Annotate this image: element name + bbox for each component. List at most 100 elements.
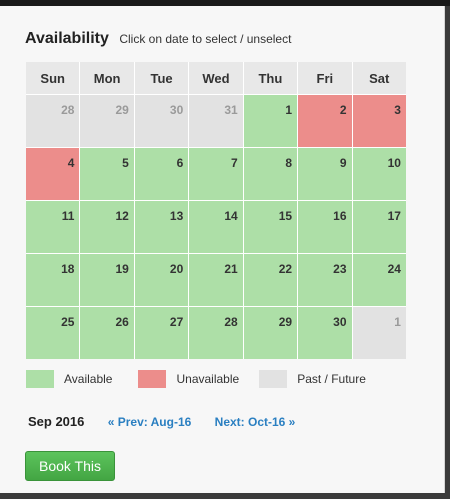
- prev-month-link[interactable]: « Prev: Aug-16: [108, 415, 192, 429]
- day-number: 17: [387, 209, 401, 223]
- day-number: 16: [333, 209, 347, 223]
- dow-fri: Fri: [298, 62, 353, 94]
- calendar-day-past: 28: [26, 95, 81, 147]
- calendar-day-past: 1: [352, 307, 406, 359]
- day-number: 31: [224, 103, 238, 117]
- book-this-button[interactable]: Book This: [25, 451, 115, 481]
- legend-past-label: Past / Future: [297, 372, 366, 386]
- day-number: 26: [115, 315, 129, 329]
- calendar-week: 4 5 6 7 8 9 10: [26, 147, 406, 200]
- day-number: 14: [224, 209, 238, 223]
- calendar-day-available[interactable]: 22: [243, 254, 299, 306]
- calendar-day-available[interactable]: 28: [189, 307, 244, 359]
- day-number: 9: [339, 156, 347, 170]
- calendar-day-unavailable[interactable]: 4: [26, 148, 81, 200]
- calendar-day-available[interactable]: 8: [243, 148, 299, 200]
- day-number: 30: [169, 103, 184, 117]
- calendar-week: 25 26 27 28 29 30 1: [26, 306, 406, 359]
- calendar-day-available[interactable]: 24: [352, 254, 406, 306]
- calendar-day-past: 30: [134, 95, 190, 147]
- day-number: 8: [285, 156, 293, 170]
- availability-panel: Availability Click on date to select / u…: [0, 6, 445, 493]
- legend-unavailable: Unavailable: [138, 370, 239, 388]
- day-number: 1: [285, 103, 293, 117]
- day-number: 18: [61, 262, 75, 276]
- dow-sat: Sat: [369, 70, 390, 86]
- calendar-weeks: 28 29 30 31 1 2 3 4 5 6 7 8 9 10 11 12 13 14 15 16 17 18 19 20 2…: [26, 94, 406, 359]
- day-number: 28: [61, 103, 75, 117]
- day-number: 20: [169, 262, 184, 276]
- day-number: 24: [387, 262, 401, 276]
- day-number: 22: [278, 262, 293, 276]
- calendar-day-unavailable[interactable]: 3: [352, 95, 406, 147]
- availability-header: Availability Click on date to select / u…: [25, 30, 291, 48]
- calendar-day-available[interactable]: 19: [80, 254, 135, 306]
- day-number: 29: [115, 103, 129, 117]
- next-month-link[interactable]: Next: Oct-16 »: [215, 415, 296, 429]
- dow-wed: Wed: [189, 62, 244, 94]
- calendar-day-available[interactable]: 6: [134, 148, 190, 200]
- calendar-day-available[interactable]: 14: [189, 201, 244, 253]
- day-number: 3: [394, 103, 401, 117]
- legend-unavailable-swatch: [138, 370, 167, 388]
- day-number: 27: [169, 315, 184, 329]
- legend-past-future: Past / Future: [259, 370, 366, 388]
- calendar-day-available[interactable]: 10: [352, 148, 406, 200]
- legend-unavailable-label: Unavailable: [176, 372, 240, 386]
- calendar-day-available[interactable]: 12: [80, 201, 135, 253]
- day-number: 30: [333, 315, 347, 329]
- day-number: 12: [115, 209, 129, 223]
- legend-past-swatch: [259, 370, 288, 388]
- day-number: 19: [115, 262, 129, 276]
- dow-mon: Mon: [80, 62, 135, 94]
- day-number: 25: [61, 315, 75, 329]
- dow-thu: Thu: [244, 62, 299, 94]
- current-month-label: Sep 2016: [28, 414, 85, 429]
- calendar-day-past: 31: [189, 95, 244, 147]
- calendar-week: 18 19 20 21 22 23 24: [26, 253, 406, 306]
- legend: Available Unavailable Past / Future: [26, 370, 366, 388]
- legend-available-label: Available: [64, 372, 113, 386]
- dow-tue: Tue: [135, 62, 190, 94]
- day-of-week-header: Sun Mon Tue Wed Thu Fri Sat: [26, 62, 406, 94]
- day-number: 29: [278, 315, 293, 329]
- day-number: 11: [61, 209, 75, 223]
- day-number: 7: [231, 156, 238, 170]
- day-number: 28: [224, 315, 238, 329]
- legend-available: Available: [26, 370, 112, 388]
- calendar-day-available[interactable]: 29: [243, 307, 299, 359]
- calendar-day-available[interactable]: 26: [80, 307, 135, 359]
- day-number: 10: [387, 156, 401, 170]
- legend-available-swatch: [26, 370, 54, 388]
- calendar-day-available[interactable]: 27: [134, 307, 190, 359]
- calendar-day-available[interactable]: 13: [134, 201, 190, 253]
- month-navigation: Sep 2016 « Prev: Aug-16 Next: Oct-16 »: [28, 414, 295, 429]
- calendar-day-available[interactable]: 25: [26, 307, 81, 359]
- calendar-day-past: 29: [80, 95, 135, 147]
- calendar-day-available[interactable]: 5: [80, 148, 135, 200]
- day-number: 2: [339, 103, 347, 117]
- calendar-day-unavailable[interactable]: 2: [298, 95, 353, 147]
- calendar-day-available[interactable]: 9: [298, 148, 353, 200]
- calendar-week: 11 12 13 14 15 16 17: [26, 200, 406, 253]
- calendar-day-available[interactable]: 17: [352, 201, 406, 253]
- calendar-week: 28 29 30 31 1 2 3: [26, 94, 406, 147]
- day-number: 6: [176, 156, 184, 170]
- calendar-day-available[interactable]: 20: [134, 254, 190, 306]
- availability-calendar: Sun Mon Tue Wed Thu Fri Sat 28 29 30 31 1 2 3 4…: [26, 62, 406, 359]
- day-number: 21: [224, 262, 238, 276]
- calendar-day-available[interactable]: 30: [298, 307, 353, 359]
- calendar-day-available[interactable]: 16: [298, 201, 353, 253]
- day-number: 15: [278, 209, 293, 223]
- calendar-day-available[interactable]: 18: [26, 254, 81, 306]
- day-number: 23: [333, 262, 347, 276]
- calendar-day-available[interactable]: 11: [26, 201, 81, 253]
- calendar-day-available[interactable]: 15: [243, 201, 299, 253]
- calendar-day-available[interactable]: 21: [189, 254, 244, 306]
- day-number: 5: [122, 156, 129, 170]
- calendar-day-available[interactable]: 23: [298, 254, 353, 306]
- calendar-day-available[interactable]: 7: [189, 148, 244, 200]
- day-number: 4: [67, 156, 75, 170]
- calendar-day-available[interactable]: 1: [243, 95, 299, 147]
- day-number: 13: [169, 209, 184, 223]
